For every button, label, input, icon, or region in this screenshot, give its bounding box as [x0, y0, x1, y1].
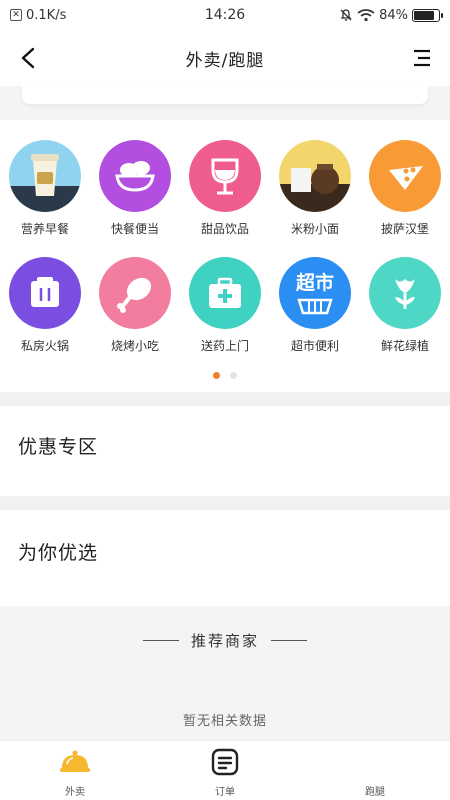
divider-left: [142, 640, 179, 641]
tab-label: 订单: [215, 787, 235, 798]
category-row-2: 私房火锅 烧烤小吃 送药上门 超市 超市便利 鲜花绿植: [0, 257, 450, 354]
notification-x-icon: ✕: [10, 9, 22, 21]
salad-bowl-icon: [99, 140, 171, 212]
category-medicine[interactable]: 送药上门: [180, 257, 270, 354]
back-arrow-icon: [21, 47, 35, 69]
bottom-tab-bar: 外卖 订单 跑腿: [0, 740, 450, 800]
coffee-cup-icon: [9, 140, 81, 212]
flower-icon: [369, 257, 441, 329]
category-label: 营养早餐: [20, 222, 69, 236]
selected-section: 为你优选: [0, 510, 450, 606]
supermarket-badge: 超市: [295, 272, 334, 294]
empty-state-text: 暂无相关数据: [182, 714, 267, 729]
category-label: 快餐便当: [110, 222, 159, 236]
tab-orders[interactable]: 订单: [150, 741, 300, 800]
category-hotpot[interactable]: 私房火锅: [0, 257, 90, 354]
category-flowers[interactable]: 鲜花绿植: [360, 257, 450, 354]
category-supermarket[interactable]: 超市 超市便利: [270, 257, 360, 354]
page-indicator: [0, 372, 450, 379]
recommend-header: 推荐商家: [0, 630, 450, 651]
tab-takeout[interactable]: 外卖: [0, 741, 150, 800]
page-dot-1[interactable]: [213, 372, 220, 379]
category-label: 甜品饮品: [200, 222, 249, 236]
page-dot-2[interactable]: [230, 372, 237, 379]
page-title: 外卖/跑腿: [185, 50, 265, 71]
battery-fill: [414, 10, 435, 20]
menu-lines-icon: [414, 49, 430, 67]
category-row-1: 营养早餐 快餐便当 甜品饮品 米粉小面 披萨汉堡: [0, 140, 450, 237]
pizza-icon: [369, 140, 441, 212]
status-left: ✕ 0.1K/s: [10, 8, 66, 23]
battery-percent: 84%: [379, 7, 408, 23]
net-speed: 0.1K/s: [26, 7, 67, 23]
app-header: 外卖/跑腿: [0, 30, 450, 86]
category-grid: 营养早餐 快餐便当 甜品饮品 米粉小面 披萨汉堡 私房火锅 烧烤小吃 送药上门 …: [0, 120, 450, 392]
category-label: 送药上门: [200, 339, 249, 353]
search-card[interactable]: [22, 86, 428, 104]
tab-errand[interactable]: 跑腿: [300, 741, 450, 800]
category-dessert[interactable]: 甜品饮品: [180, 140, 270, 237]
battery-icon: [412, 8, 443, 22]
category-label: 超市便利: [290, 339, 339, 353]
recommend-section: 推荐商家 暂无相关数据: [0, 606, 450, 740]
divider-right: [271, 640, 307, 641]
food-cloche-icon: [59, 747, 91, 777]
category-label: 私房火锅: [20, 339, 69, 353]
category-pizza[interactable]: 披萨汉堡: [360, 140, 450, 237]
category-breakfast[interactable]: 营养早餐: [0, 140, 90, 237]
category-noodles[interactable]: 米粉小面: [270, 140, 360, 237]
menu-button[interactable]: [406, 42, 438, 74]
discount-section: 优惠专区: [0, 406, 450, 496]
category-label: 鲜花绿植: [380, 339, 429, 353]
tab-label: 外卖: [65, 787, 85, 798]
discount-section-title: 优惠专区: [18, 436, 99, 458]
supermarket-icon: 超市: [279, 257, 351, 329]
category-label: 披萨汉堡: [380, 222, 429, 236]
mute-bell-icon: [340, 9, 352, 21]
status-bar: ✕ 0.1K/s 14:26 84%: [0, 0, 450, 30]
selected-section-title: 为你优选: [18, 542, 99, 564]
medicine-box-icon: [189, 257, 261, 329]
errand-icon: [359, 747, 391, 777]
status-right: 84%: [339, 7, 443, 23]
top-card-area: [0, 86, 450, 120]
back-button[interactable]: [12, 42, 44, 74]
wine-glass-icon: [189, 140, 261, 212]
drumstick-icon: [99, 257, 171, 329]
category-label: 米粉小面: [290, 222, 339, 236]
category-fastfood[interactable]: 快餐便当: [90, 140, 180, 237]
hotpot-icon: [9, 257, 81, 329]
category-label: 烧烤小吃: [110, 339, 159, 353]
order-list-icon: [209, 747, 241, 777]
tab-label: 跑腿: [365, 787, 385, 798]
wifi-icon: [357, 9, 375, 22]
recommend-title: 推荐商家: [190, 632, 259, 650]
category-bbq[interactable]: 烧烤小吃: [90, 257, 180, 354]
drinks-icon: [279, 140, 351, 212]
